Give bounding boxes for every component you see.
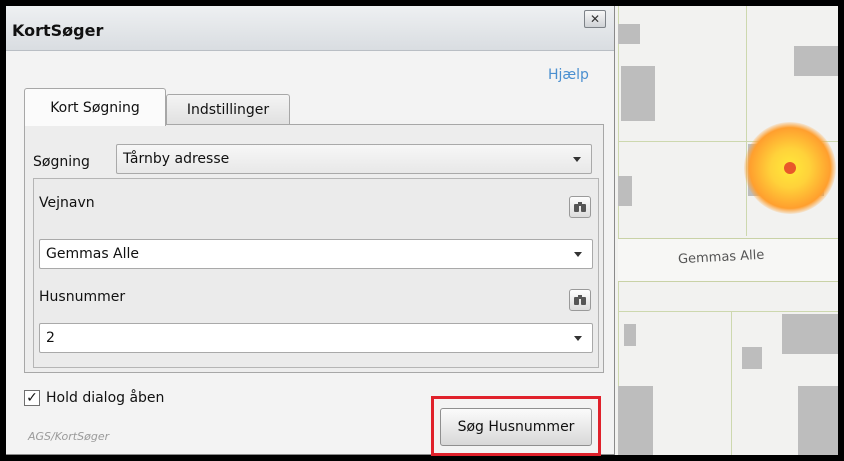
tab-kort-soegning[interactable]: Kort Søgning [24,88,166,126]
house-number-label: Husnummer [39,289,126,305]
building [618,176,632,206]
search-type-label: Søgning [33,154,90,170]
tab-panel: Søgning Tårnby adresse Vejnavn Gemmas Al… [24,124,604,373]
parcel-line [731,311,732,455]
tab-indstillinger[interactable]: Indstillinger [166,94,290,124]
search-type-select[interactable]: Tårnby adresse [116,144,592,174]
dialog-title: KortSøger [12,21,104,40]
street-label: Vejnavn [39,195,95,211]
checkmark-icon: ✓ [26,390,38,406]
house-number-value: 2 [46,330,55,346]
address-fields-group: Vejnavn Gemmas Alle Husnummer 2 [33,178,599,368]
street-select[interactable]: Gemmas Alle [39,239,593,269]
help-link[interactable]: Hjælp [548,67,589,83]
search-house-number-button[interactable]: Søg Husnummer [440,408,592,446]
search-type-value: Tårnby adresse [123,151,230,167]
close-icon: ✕ [589,12,601,26]
house-number-select[interactable]: 2 [39,323,593,353]
footer-text: AGS/KortSøger [28,430,110,443]
hold-dialog-label[interactable]: Hold dialog åben [46,390,164,406]
chevron-down-icon [574,336,582,341]
building [624,324,636,346]
building [742,347,762,369]
dialog-titlebar[interactable]: KortSøger ✕ [6,6,614,51]
building [618,24,640,44]
street-value: Gemmas Alle [46,246,140,262]
building [798,386,838,455]
binoculars-icon [574,295,586,305]
hold-dialog-checkbox[interactable]: ✓ [24,390,40,406]
building [621,66,655,121]
house-number-lookup-button[interactable] [569,289,591,311]
search-dialog: KortSøger ✕ Hjælp Kort Søgning Indstilli… [6,6,615,456]
parcel-line [746,6,747,236]
street-lookup-button[interactable] [569,196,591,218]
binoculars-icon [574,202,586,212]
building [782,314,838,354]
building [618,386,653,455]
parcel-line [618,311,838,312]
building [794,46,838,76]
chevron-down-icon [574,252,582,257]
close-button[interactable]: ✕ [584,10,606,28]
chevron-down-icon [573,157,581,162]
location-marker-dot[interactable] [784,162,796,174]
